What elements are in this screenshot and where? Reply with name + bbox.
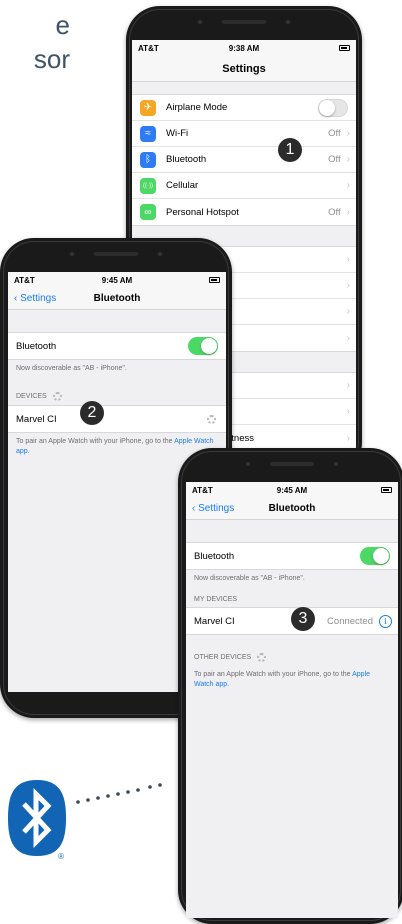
front-camera bbox=[246, 462, 250, 466]
settings-row-value: Off bbox=[328, 206, 341, 218]
bluetooth-label: Bluetooth bbox=[194, 550, 235, 562]
settings-row-label: Airplane Mode bbox=[166, 102, 228, 113]
settings-row-value: Off bbox=[328, 154, 341, 165]
spinner-icon bbox=[257, 653, 267, 662]
info-icon[interactable]: i bbox=[379, 614, 392, 628]
clock: 9:45 AM bbox=[101, 276, 133, 285]
page-title: Bluetooth bbox=[93, 293, 141, 304]
airplane-mode-toggle[interactable] bbox=[318, 98, 348, 117]
signal-dots-icon bbox=[76, 783, 162, 804]
registered-mark: ® bbox=[58, 852, 64, 861]
chevron-right-icon: › bbox=[346, 254, 350, 265]
settings-list: ✈ Airplane Mode ≈ Wi-Fi Off › ᛒ Bluetooth Off ›((… bbox=[132, 94, 356, 226]
battery-icon bbox=[209, 277, 220, 283]
clock: 9:38 AM bbox=[228, 44, 260, 53]
wifi-icon: ≈ bbox=[140, 125, 156, 142]
hotspot-icon: ∞ bbox=[140, 204, 156, 220]
settings-row-bluetooth[interactable]: ᛒ Bluetooth Off › bbox=[132, 147, 356, 173]
chevron-right-icon: › bbox=[346, 280, 350, 291]
settings-row-personal-hotspot[interactable]: ∞ Personal Hotspot Off › bbox=[132, 199, 356, 225]
page-title: Bluetooth bbox=[268, 503, 316, 514]
settings-row-value: Off bbox=[328, 128, 341, 139]
chevron-right-icon: › bbox=[346, 406, 350, 417]
spinner-icon bbox=[52, 392, 62, 401]
settings-row-airplane-mode[interactable]: ✈ Airplane Mode bbox=[132, 95, 356, 121]
speaker-grille bbox=[222, 20, 266, 24]
bluetooth-toggle[interactable] bbox=[188, 337, 218, 355]
battery-icon bbox=[381, 487, 392, 493]
step-badge-2: 2 bbox=[80, 401, 104, 425]
status-bar: AT&T 9:45 AM bbox=[8, 272, 226, 288]
front-camera bbox=[198, 20, 202, 24]
status-bar: AT&T 9:38 AM bbox=[132, 40, 356, 56]
nav-bar: Settings bbox=[132, 56, 356, 82]
pair-note: To pair an Apple Watch with your iPhone,… bbox=[186, 666, 398, 694]
nav-bar: ‹ Settings Bluetooth bbox=[8, 288, 226, 310]
sensor-dot bbox=[286, 20, 290, 24]
bluetooth-toggle-group: Bluetooth bbox=[186, 542, 398, 570]
status-bar: AT&T 9:45 AM bbox=[186, 482, 398, 498]
intro-text: e sor bbox=[0, 8, 70, 76]
settings-row-wi-fi[interactable]: ≈ Wi-Fi Off › bbox=[132, 121, 356, 147]
bluetooth-row: Bluetooth bbox=[8, 333, 226, 359]
sensor-dot bbox=[334, 462, 338, 466]
chevron-right-icon: › bbox=[346, 306, 350, 317]
cellular-icon: ((·)) bbox=[140, 177, 156, 194]
clock: 9:45 AM bbox=[276, 486, 308, 495]
battery-icon bbox=[339, 45, 350, 51]
speaker-grille bbox=[94, 252, 138, 256]
bluetooth-row: Bluetooth bbox=[186, 543, 398, 569]
other-devices-header: OTHER DEVICES bbox=[186, 635, 398, 666]
page-title: Settings bbox=[222, 63, 266, 75]
settings-row-cellular[interactable]: ((·)) Cellular › bbox=[132, 173, 356, 199]
settings-row-label: Cellular bbox=[166, 180, 199, 191]
bluetooth-icon: ᛒ bbox=[140, 151, 156, 168]
devices-header-label: DEVICES bbox=[16, 393, 47, 400]
step-badge-1: 1 bbox=[278, 138, 302, 162]
bluetooth-toggle-group: Bluetooth bbox=[8, 332, 226, 360]
settings-row-label: Bluetooth bbox=[166, 154, 207, 165]
chevron-right-icon: › bbox=[346, 128, 350, 139]
spinner-icon bbox=[207, 414, 216, 424]
settings-row-label: Personal Hotspot bbox=[166, 206, 239, 218]
device-name: Marvel CI bbox=[16, 413, 57, 425]
chevron-right-icon: › bbox=[346, 154, 350, 165]
pair-note-text: To pair an Apple Watch with your iPhone,… bbox=[16, 438, 173, 445]
step-badge-3: 3 bbox=[291, 607, 315, 631]
speaker-grille bbox=[270, 462, 314, 466]
sensor-dot bbox=[158, 252, 162, 256]
chevron-right-icon: › bbox=[346, 432, 350, 444]
bluetooth-logo-icon bbox=[8, 780, 66, 856]
chevron-right-icon: › bbox=[346, 206, 350, 218]
devices-list: Marvel CI bbox=[8, 405, 226, 433]
chevron-right-icon: › bbox=[346, 332, 350, 344]
my-devices-header: MY DEVICES bbox=[186, 588, 398, 607]
pair-note-text: To pair an Apple Watch with your iPhone,… bbox=[194, 671, 351, 678]
airplane-icon: ✈ bbox=[140, 99, 156, 116]
discoverable-note: Now discoverable as "AB - iPhone". bbox=[16, 365, 127, 372]
device-row[interactable]: Marvel CI bbox=[8, 406, 226, 432]
settings-row-label: Wi-Fi bbox=[166, 128, 189, 139]
chevron-right-icon: › bbox=[346, 380, 350, 391]
phone-bluetooth-connected: AT&T 9:45 AM ‹ Settings Bluetooth Blueto… bbox=[178, 448, 402, 924]
chevron-right-icon: › bbox=[346, 180, 350, 191]
bluetooth-label: Bluetooth bbox=[16, 340, 57, 352]
front-camera bbox=[70, 252, 74, 256]
bluetooth-connected-screen: AT&T 9:45 AM ‹ Settings Bluetooth Blueto… bbox=[186, 482, 398, 918]
nav-bar: ‹ Settings Bluetooth bbox=[186, 498, 398, 520]
bluetooth-toggle[interactable] bbox=[360, 547, 390, 565]
discoverable-note: Now discoverable as "AB - iPhone". bbox=[194, 575, 305, 582]
my-devices-label: MY DEVICES bbox=[194, 596, 238, 603]
other-devices-label: OTHER DEVICES bbox=[194, 654, 252, 661]
devices-header: DEVICES bbox=[8, 378, 226, 405]
device-status: Connected bbox=[327, 615, 373, 627]
intro-line-1: e bbox=[55, 10, 70, 40]
intro-line-2: sor bbox=[33, 44, 70, 74]
